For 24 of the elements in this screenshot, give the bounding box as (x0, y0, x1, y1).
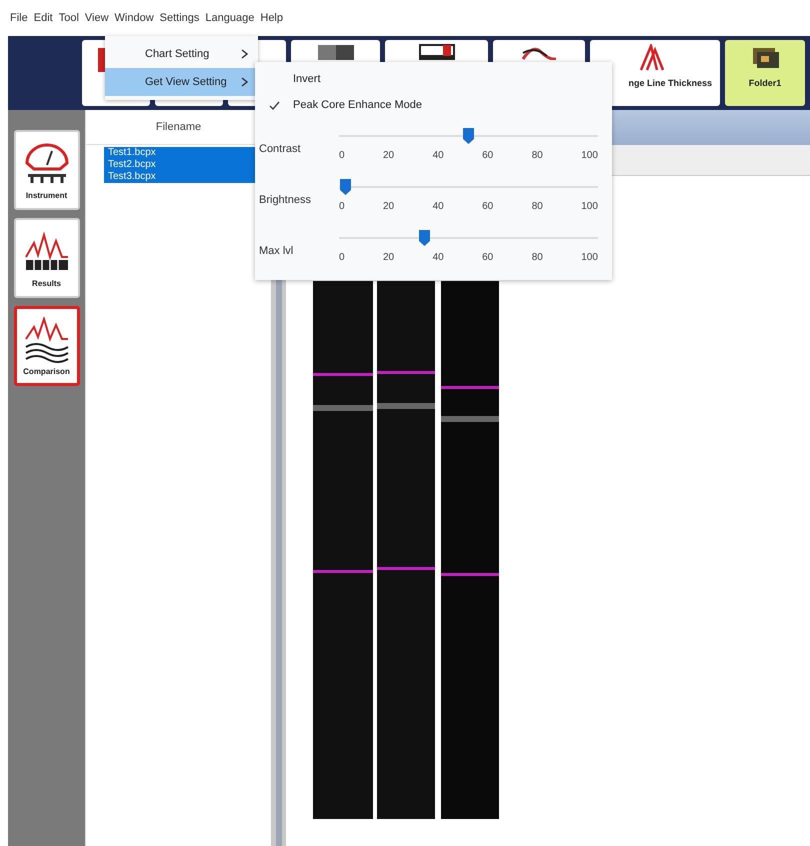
tick-label: 60 (482, 200, 494, 212)
tick-label: 20 (383, 150, 394, 160)
slider-label: Max lvl (258, 244, 294, 256)
tick-label: 80 (532, 200, 543, 212)
tick-label: 80 (532, 150, 543, 160)
tick-label: 0 (339, 200, 345, 212)
tick-label: 60 (482, 252, 494, 262)
tick-label: 40 (432, 200, 444, 212)
tick-label: 20 (383, 252, 394, 262)
tick-label: 100 (581, 200, 598, 212)
tick-label: 40 (432, 150, 444, 160)
menu-entry-label: Chart Setting (145, 48, 210, 60)
menu-entry-label: Peak Core Enhance Mode (293, 99, 422, 111)
tick-label: 40 (432, 252, 444, 262)
tick-label: 20 (383, 200, 394, 212)
slider-label: Brightness (258, 194, 312, 206)
tick-label: 100 (581, 150, 598, 160)
tick-label: 60 (482, 150, 494, 160)
tick-label: 0 (339, 252, 345, 262)
tick-label: 0 (339, 150, 345, 160)
menu-entry-label: Get View Setting (145, 76, 227, 88)
tick-label: 100 (581, 252, 598, 262)
menu-entry-label: Invert (293, 73, 321, 85)
tick-label: 80 (532, 252, 543, 262)
